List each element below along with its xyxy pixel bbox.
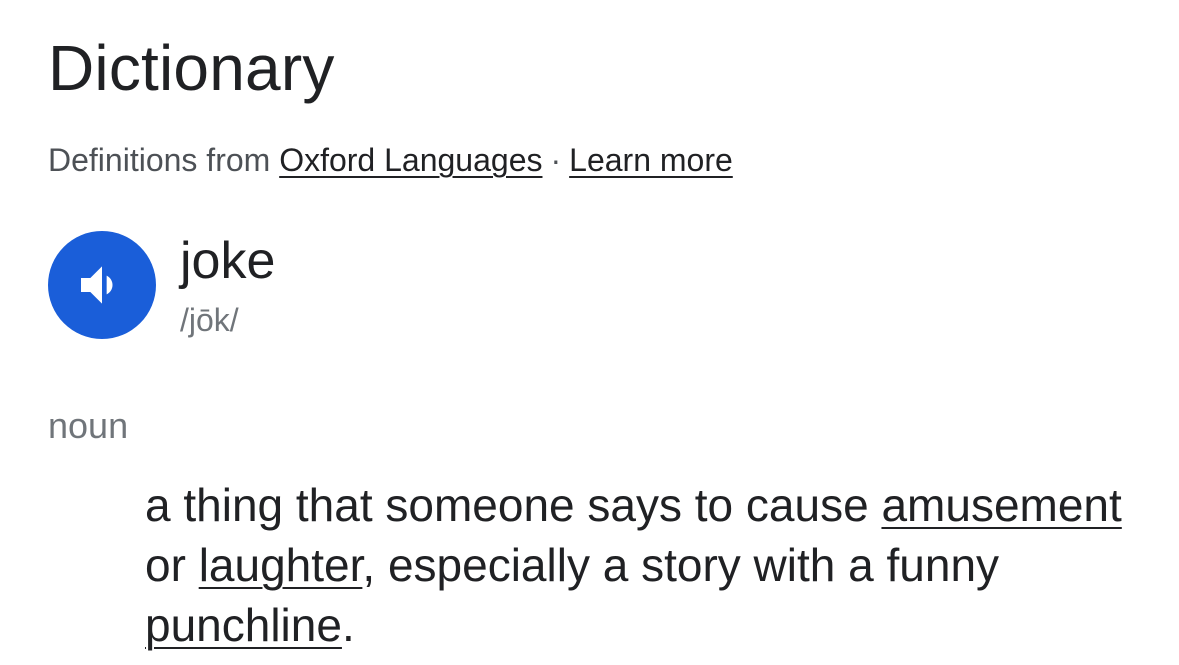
source-separator: ·	[550, 142, 562, 178]
dictionary-source: Definitions from Oxford Languages · Learn …	[48, 140, 733, 180]
volume-up-icon	[81, 266, 113, 304]
definition-text: a thing that someone says to cause amuse…	[145, 475, 1145, 655]
phonetic-spelling: /jōk/	[180, 302, 239, 338]
part-of-speech: noun	[48, 405, 129, 446]
definition-segment: , especially a story with a funny	[362, 539, 1000, 591]
punchline-link[interactable]: punchline	[145, 599, 342, 651]
page-title: Dictionary	[48, 32, 335, 104]
definition-segment: or	[145, 539, 199, 591]
headword: joke	[180, 232, 276, 290]
laughter-link[interactable]: laughter	[199, 539, 363, 591]
source-prefix: Definitions from	[48, 142, 271, 178]
pronunciation-button[interactable]	[48, 231, 156, 339]
amusement-link[interactable]: amusement	[881, 479, 1121, 531]
learn-more-link[interactable]: Learn more	[569, 142, 733, 178]
definition-segment: .	[341, 599, 355, 651]
oxford-languages-link[interactable]: Oxford Languages	[279, 142, 542, 178]
definition-segment: a thing that someone says to cause	[145, 479, 882, 531]
